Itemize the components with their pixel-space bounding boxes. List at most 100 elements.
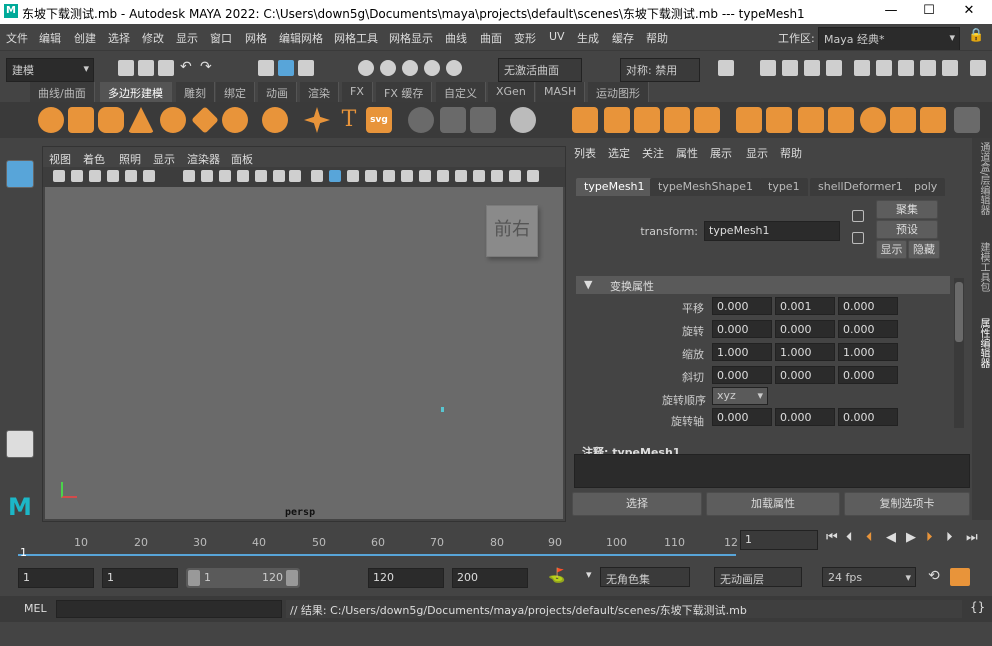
save-scene-icon[interactable] <box>158 60 174 76</box>
side-tab-attribute-editor[interactable]: 属性编辑器 <box>976 318 991 368</box>
append-icon[interactable] <box>664 107 690 133</box>
shear-y-field[interactable]: 0.000 <box>775 366 835 384</box>
rotate-axis-y-field[interactable]: 0.000 <box>775 408 835 426</box>
ae-scrollbar-thumb[interactable] <box>955 282 963 342</box>
ae-tab-typemeshshape1[interactable]: typeMeshShape1 <box>650 178 761 196</box>
shelf-settings-icon[interactable] <box>954 107 980 133</box>
3d-viewport[interactable]: 前右 persp <box>45 187 563 519</box>
shear-x-field[interactable]: 0.000 <box>712 366 772 384</box>
script-language-label[interactable]: MEL <box>24 602 47 615</box>
menu-deform[interactable]: 变形 <box>514 30 536 46</box>
view-cube-right[interactable]: 右 <box>512 219 530 240</box>
menu-window[interactable]: 窗口 <box>210 30 232 46</box>
super-shape-icon[interactable] <box>304 107 330 133</box>
cube-icon[interactable] <box>68 107 94 133</box>
anti-aliasing-icon[interactable] <box>437 170 449 182</box>
move-pivot-icon[interactable] <box>440 107 466 133</box>
soft-select-icon[interactable] <box>860 107 886 133</box>
step-forward-key-icon[interactable]: ⏵ <box>926 530 933 545</box>
render-view-icon[interactable] <box>760 60 776 76</box>
snap-point-icon[interactable] <box>402 60 418 76</box>
quad-draw-icon[interactable] <box>828 107 854 133</box>
open-scene-icon[interactable] <box>138 60 154 76</box>
command-input[interactable] <box>56 600 282 618</box>
cylinder-icon[interactable] <box>98 107 124 133</box>
menu-select[interactable]: 选择 <box>108 30 130 46</box>
vp-menu-shading[interactable]: 着色 <box>83 151 105 167</box>
translate-x-field[interactable]: 0.000 <box>712 297 772 315</box>
rotate-x-field[interactable]: 0.000 <box>712 320 772 338</box>
fps-dropdown[interactable]: 24 fps ▾ <box>822 567 916 587</box>
play-backwards-icon[interactable]: ◀ <box>886 530 896 545</box>
menu-help[interactable]: 帮助 <box>646 30 668 46</box>
layout-icon[interactable] <box>970 60 986 76</box>
shelf-tab-curves[interactable]: 曲线/曲面 <box>30 82 95 102</box>
anim-end-field[interactable]: 120 <box>368 568 444 588</box>
minimize-button[interactable]: — <box>872 0 910 24</box>
menu-mesh-display[interactable]: 网格显示 <box>389 30 433 46</box>
menu-edit[interactable]: 编辑 <box>39 30 61 46</box>
torus-icon[interactable] <box>160 107 186 133</box>
side-tab-channel-box[interactable]: 通道盒/层编辑器 <box>976 142 991 215</box>
select-tool-icon[interactable] <box>6 160 34 188</box>
vp-menu-renderer[interactable]: 渲染器 <box>187 151 220 167</box>
ipr-render-icon[interactable] <box>804 60 820 76</box>
ae-tab-shelldeformer1[interactable]: shellDeformer1 <box>810 178 911 196</box>
grid-icon[interactable] <box>183 170 195 182</box>
plane-icon[interactable] <box>191 106 219 134</box>
rotate-z-field[interactable]: 0.000 <box>838 320 898 338</box>
smooth-icon[interactable] <box>920 107 946 133</box>
menu-display[interactable]: 显示 <box>176 30 198 46</box>
vp-menu-show[interactable]: 显示 <box>153 151 175 167</box>
redo-icon[interactable]: ↷ <box>200 60 216 76</box>
snap-grid-icon[interactable] <box>358 60 374 76</box>
ae-menu-show[interactable]: 展示 <box>710 145 732 161</box>
menu-surfaces[interactable]: 曲面 <box>480 30 502 46</box>
side-tab-modeling-toolkit[interactable]: 建模工具包 <box>976 242 991 292</box>
lock-icon[interactable]: 🔒 <box>968 28 984 43</box>
vp-menu-panels[interactable]: 面板 <box>231 151 253 167</box>
shelf-tab-animation[interactable]: 动画 <box>258 82 297 102</box>
shelf-tab-sculpt[interactable]: 雕刻 <box>176 82 215 102</box>
channel-box-icon[interactable] <box>920 60 936 76</box>
construction-history-icon[interactable] <box>718 60 734 76</box>
select-hierarchy-icon[interactable] <box>258 60 274 76</box>
field-chart-icon[interactable] <box>255 170 267 182</box>
gate-mask-icon[interactable] <box>237 170 249 182</box>
view-cube[interactable]: 前右 <box>486 205 538 257</box>
lasso-tool-icon[interactable] <box>6 192 34 220</box>
menu-modify[interactable]: 修改 <box>142 30 164 46</box>
ae-tab-type1[interactable]: type1 <box>760 178 808 196</box>
textured-icon[interactable] <box>365 170 377 182</box>
menu-file[interactable]: 文件 <box>6 30 28 46</box>
platonic-icon[interactable] <box>262 107 288 133</box>
view-cube-front[interactable]: 前 <box>494 219 512 240</box>
ae-menu-selected[interactable]: 选定 <box>608 145 630 161</box>
show-button[interactable]: 显示 <box>876 240 907 259</box>
menu-uv[interactable]: UV <box>549 30 565 43</box>
combine-icon[interactable] <box>510 107 536 133</box>
render-current-icon[interactable] <box>782 60 798 76</box>
multi-cut-icon[interactable] <box>736 107 762 133</box>
smooth-shade-icon[interactable] <box>329 170 341 182</box>
sculpt-tool-icon[interactable] <box>408 107 434 133</box>
transform-name-field[interactable]: typeMesh1 <box>704 221 840 241</box>
ae-menu-display[interactable]: 显示 <box>746 145 768 161</box>
presets-button[interactable]: 预设 <box>876 220 938 239</box>
ambient-occlusion-icon[interactable] <box>419 170 431 182</box>
shelf-tab-custom[interactable]: 自定义 <box>436 82 486 102</box>
cone-icon[interactable] <box>128 107 154 133</box>
preferences-icon[interactable] <box>950 568 970 586</box>
go-to-start-icon[interactable]: ⏮ <box>826 530 838 545</box>
ae-scrollbar[interactable] <box>954 278 964 428</box>
end-time-field[interactable]: 200 <box>452 568 528 588</box>
time-slider-track[interactable]: 1 10 20 30 40 50 60 70 80 90 100 110 12 <box>18 528 738 559</box>
select-component-icon[interactable] <box>298 60 314 76</box>
shelf-tab-rigging[interactable]: 绑定 <box>216 82 255 102</box>
menu-generate[interactable]: 生成 <box>577 30 599 46</box>
scale-x-field[interactable]: 1.000 <box>712 343 772 361</box>
shelf-tab-mash[interactable]: MASH <box>536 82 586 102</box>
close-button[interactable]: ✕ <box>950 0 988 24</box>
mirror-icon[interactable] <box>890 107 916 133</box>
shelf-tab-motion-graphics[interactable]: 运动图形 <box>588 82 649 102</box>
